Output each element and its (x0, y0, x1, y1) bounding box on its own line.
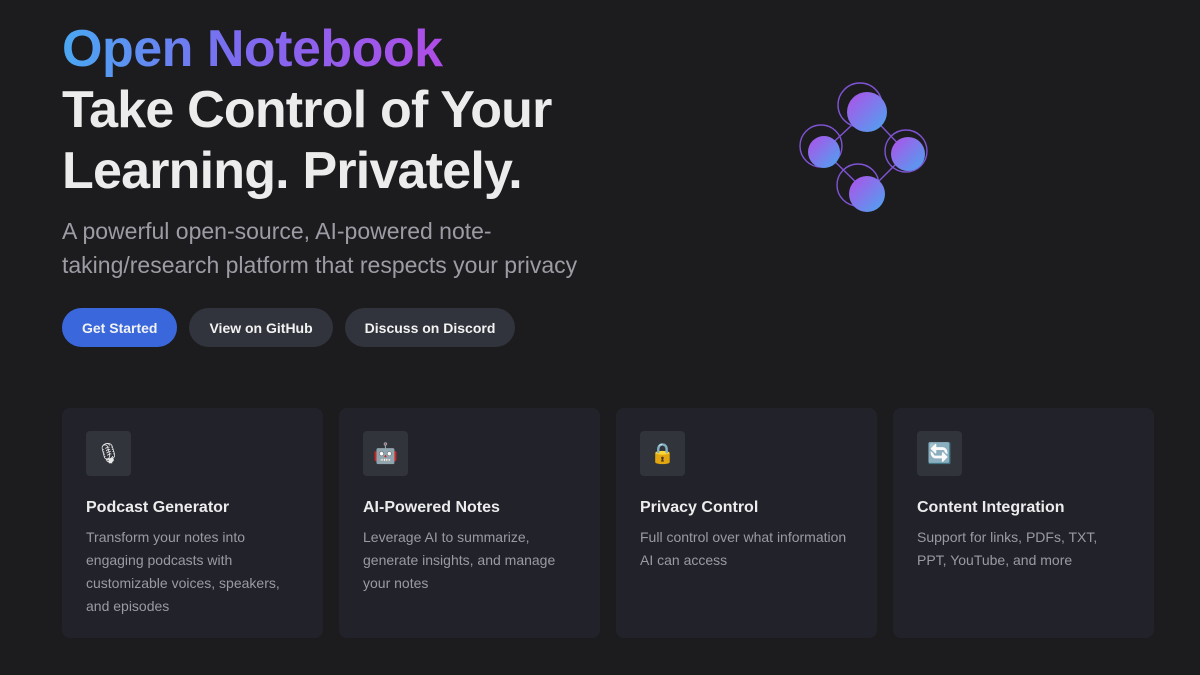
feature-description: Transform your notes into engaging podca… (86, 529, 280, 614)
node-top (847, 92, 887, 132)
feature-title: Content Integration (917, 499, 1065, 516)
feature-title: AI-Powered Notes (363, 499, 500, 516)
headline-line-2: Learning. Privately. (62, 142, 523, 200)
lock-icon: 🔒 (640, 431, 685, 476)
feature-description: Leverage AI to summarize, generate insig… (363, 529, 556, 591)
headline: Take Control of Your Learning. Privately… (62, 80, 762, 202)
feature-card-podcast: 🎙 Podcast Generator Transform your notes… (62, 408, 323, 638)
node-right (891, 137, 925, 171)
microphone-icon: 🎙 (86, 431, 131, 476)
discord-button[interactable]: Discuss on Discord (344, 308, 516, 347)
hero: Open Notebook Take Control of Your Learn… (62, 18, 762, 282)
feature-description: Full control over what information AI ca… (640, 529, 847, 568)
headline-line-1: Take Control of Your (62, 81, 552, 139)
node-bottom (849, 176, 885, 212)
hero-subtitle: A powerful open-source, AI-powered note-… (62, 218, 578, 278)
feature-card-integration: 🔄 Content Integration Support for links,… (893, 408, 1154, 638)
get-started-button[interactable]: Get Started (62, 308, 178, 347)
feature-title: Podcast Generator (86, 499, 230, 516)
feature-description: Support for links, PDFs, TXT, PPT, YouTu… (917, 529, 1098, 568)
feature-card-ai-notes: 🤖 AI-Powered Notes Leverage AI to summar… (339, 408, 600, 638)
brand-title: Open Notebook (62, 20, 443, 78)
robot-icon: 🤖 (363, 431, 408, 476)
node-left (808, 136, 840, 168)
hero-actions: Get Started View on GitHub Discuss on Di… (62, 308, 516, 347)
features-grid: 🎙 Podcast Generator Transform your notes… (62, 408, 1154, 638)
feature-title: Privacy Control (640, 499, 759, 516)
network-nodes-icon (799, 82, 928, 212)
github-button[interactable]: View on GitHub (189, 308, 333, 347)
feature-card-privacy: 🔒 Privacy Control Full control over what… (616, 408, 877, 638)
refresh-icon: 🔄 (917, 431, 962, 476)
